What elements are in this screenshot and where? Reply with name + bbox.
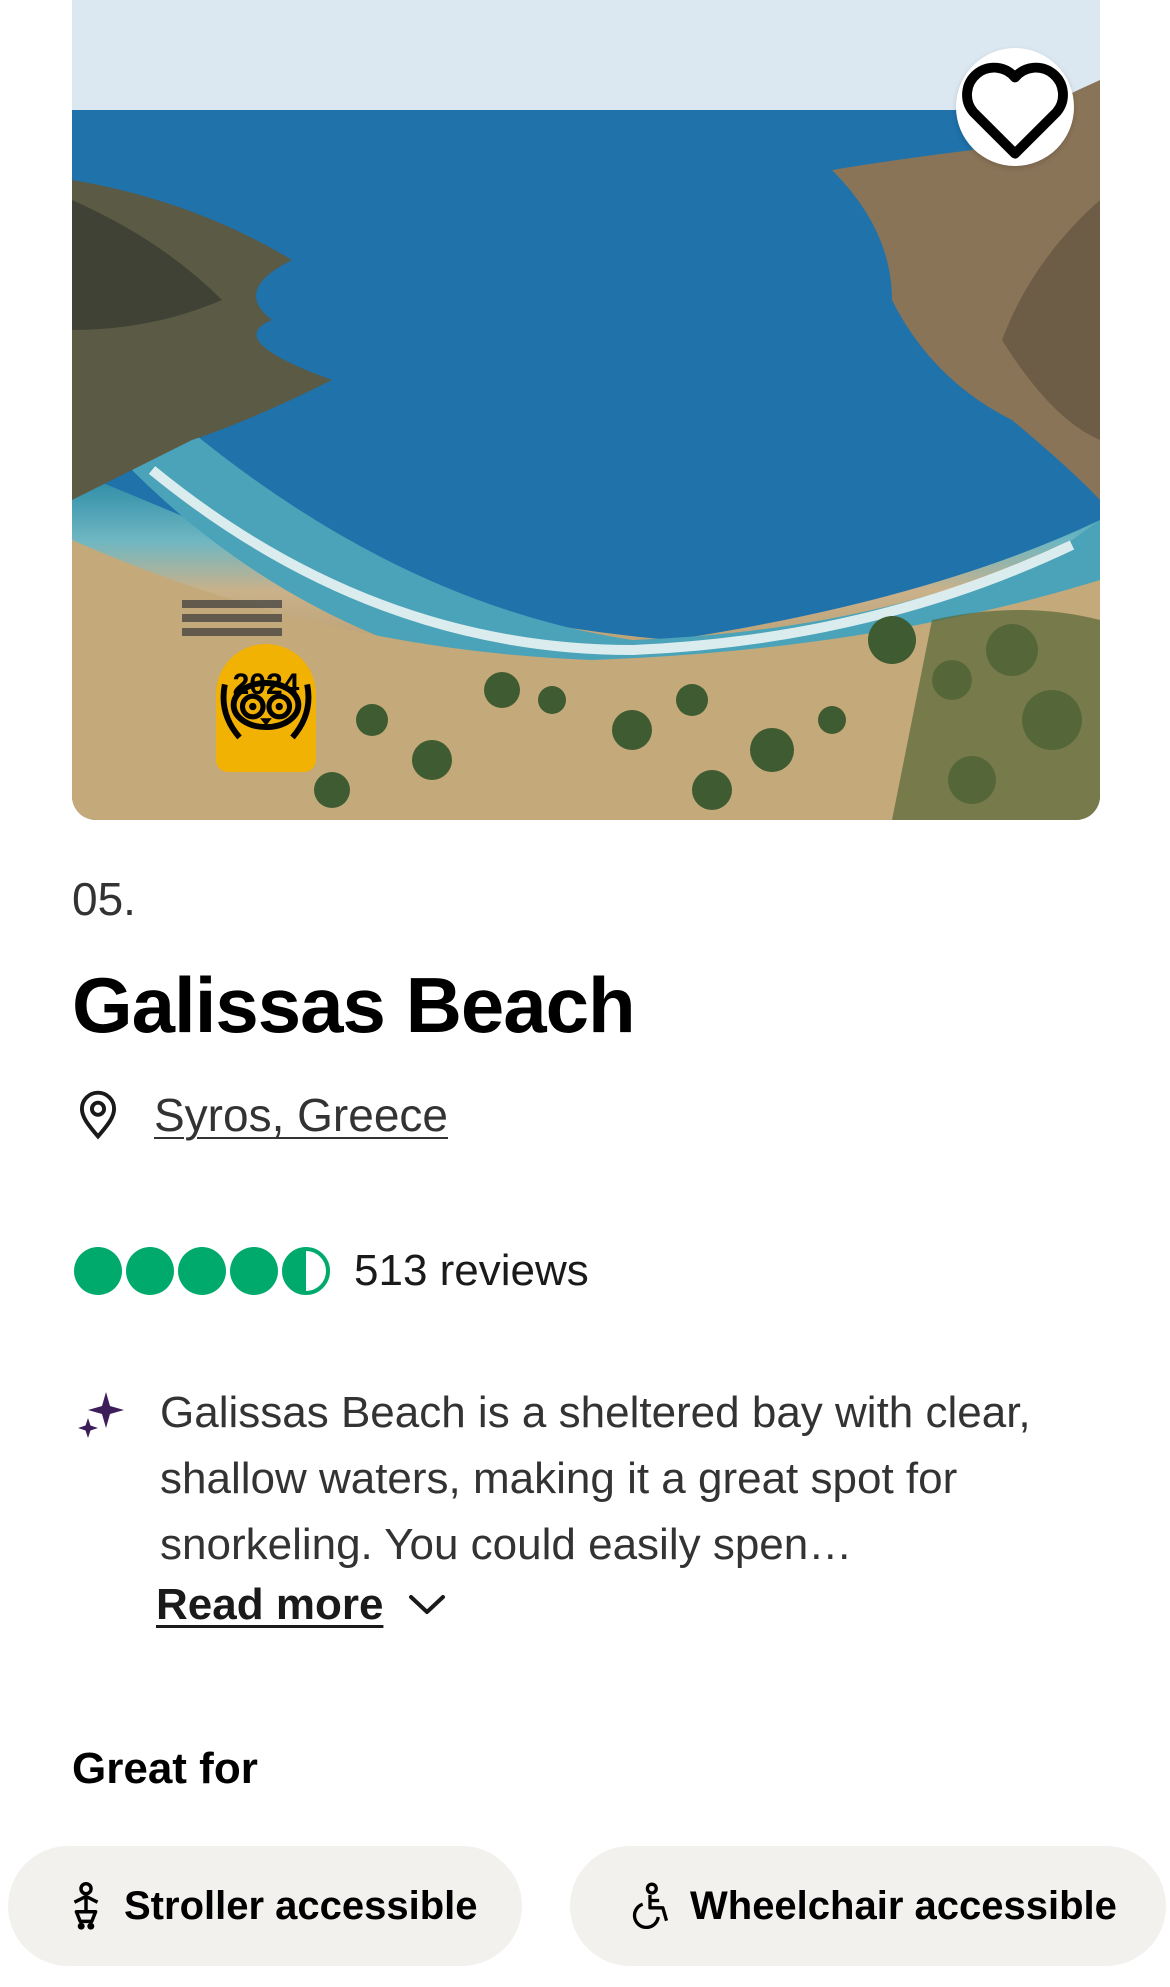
- read-more-button[interactable]: Read more: [156, 1580, 447, 1630]
- travelers-choice-badge: 2024: [216, 644, 316, 772]
- rating-bubble-full: [230, 1247, 278, 1295]
- review-count[interactable]: 513 reviews: [354, 1246, 589, 1296]
- rating-bubble-half: [282, 1247, 330, 1295]
- stroller-accessible-chip[interactable]: Stroller accessible: [8, 1846, 522, 1966]
- favorite-button[interactable]: [956, 48, 1074, 166]
- hero-image[interactable]: 2024: [72, 0, 1100, 820]
- location-link[interactable]: Syros, Greece: [154, 1088, 448, 1142]
- great-for-heading: Great for: [72, 1744, 258, 1793]
- rating-bubble-full: [126, 1247, 174, 1295]
- rating-bubble-full: [178, 1247, 226, 1295]
- location-row: Syros, Greece: [76, 1088, 448, 1142]
- chevron-down-icon: [409, 1595, 446, 1614]
- map-pin-icon: [79, 1090, 117, 1140]
- read-more-label: Read more: [156, 1580, 384, 1629]
- rating-row[interactable]: 513 reviews: [74, 1246, 589, 1296]
- stroller-icon: [73, 1881, 99, 1930]
- travelers-choice-owl-icon: [220, 680, 312, 740]
- sparkle-icon: [78, 1392, 124, 1438]
- heart-icon: [962, 62, 1068, 159]
- wheelchair-icon: [632, 1882, 669, 1930]
- wheelchair-accessible-chip[interactable]: Wheelchair accessible: [570, 1846, 1166, 1966]
- wheelchair-accessible-label: Wheelchair accessible: [690, 1883, 1117, 1928]
- stroller-accessible-label: Stroller accessible: [124, 1883, 478, 1928]
- summary-text: Galissas Beach is a sheltered bay with c…: [160, 1388, 1031, 1569]
- rating-bubbles: [74, 1247, 330, 1295]
- listing-rank: 05.: [72, 873, 136, 925]
- rating-bubble-full: [74, 1247, 122, 1295]
- ai-summary: Galissas Beach is a sheltered bay with c…: [76, 1380, 1096, 1578]
- listing-title[interactable]: Galissas Beach: [72, 960, 636, 1051]
